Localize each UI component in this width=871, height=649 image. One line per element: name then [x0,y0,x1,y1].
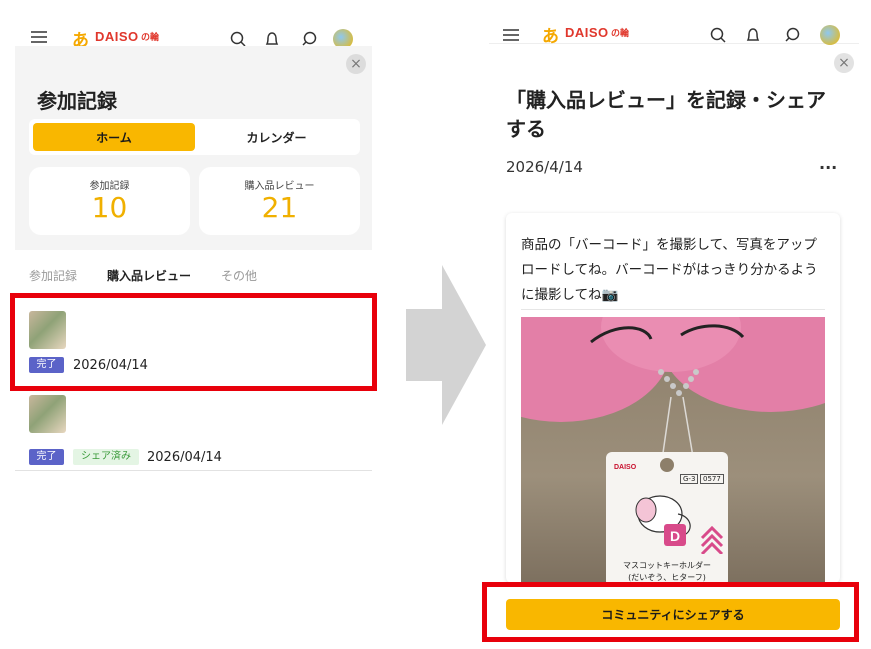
highlight-frame [482,582,859,642]
logo-suffix: の輪 [141,33,160,43]
divider [521,309,825,310]
right-screen: あ DAISO の輪 × 「購入品レビュー」を記録・シェアする 2026/4/1… [489,8,859,648]
shared-badge: シェア済み [73,449,139,465]
right-top-bar: あ DAISO の輪 [489,8,859,47]
product-photo: DAISO G-3 0577 D マスコットキーホルダー (だいぞう、ヒターフ) [521,317,825,583]
elephant-mascot-image: D [635,495,691,546]
highlight-frame [10,293,377,391]
search-icon[interactable] [709,26,727,44]
bell-icon[interactable] [744,26,762,44]
post-date: 2026/4/14 [506,158,583,176]
tag-hole [660,458,674,472]
subtab-participation[interactable]: 参加記録 [29,267,77,284]
record-date: 2026/04/14 [147,450,222,465]
tag-number: 0577 [700,474,724,484]
instruction-card: 商品の「バーコード」を撮影して、写真をアップロードしてね。バーコードがはっきり分… [506,213,840,583]
close-glyph: × [838,55,850,71]
tab-home[interactable]: ホーム [33,123,195,151]
list-item[interactable]: 完了 シェア済み 2026/04/14 [15,395,372,471]
page-title: 参加記録 [37,89,117,113]
stat-label: 参加記録 [89,181,130,192]
tag-brand: DAISO [614,464,637,471]
instruction-text: 商品の「バーコード」を撮影して、写真をアップロードしてね。バーコードがはっきり分… [521,237,818,303]
page-title: 「購入品レビュー」を記録・シェアする [506,88,826,141]
svg-text:D: D [670,528,680,544]
logo-suffix: の輪 [611,29,630,39]
tab-calendar[interactable]: カレンダー [197,123,356,151]
arrow-right-icon [406,265,486,425]
avatar[interactable] [820,25,840,45]
menu-icon[interactable] [29,30,49,44]
tag-product-name: マスコットキーホルダー [623,561,711,570]
stat-value: 21 [261,191,298,224]
logo-mark: あ [542,27,559,47]
product-thumbnail [29,395,66,433]
close-glyph: × [350,56,362,72]
subtab-other[interactable]: その他 [221,267,257,284]
left-top-bar: あ DAISO の輪 [15,8,372,51]
chat-icon[interactable] [783,26,801,44]
menu-icon[interactable] [501,28,521,42]
stat-card-participation: 参加記録 10 [29,167,190,235]
more-options-icon[interactable]: ··· [819,158,837,177]
tag-code: G-3 [680,474,699,484]
stat-card-reviews: 購入品レビュー 21 [199,167,360,235]
stat-value: 10 [91,191,128,224]
logo-text: DAISO [565,25,609,40]
chevron-up-icon [700,525,724,554]
subtab-reviews[interactable]: 購入品レビュー [107,267,191,284]
status-badge: 完了 [29,449,64,465]
product-tag: DAISO G-3 0577 D マスコットキーホルダー (だいぞう、ヒターフ) [606,452,728,583]
stat-label: 購入品レビュー [244,181,315,192]
close-icon[interactable]: × [346,54,366,74]
home-calendar-toggle: ホーム カレンダー [29,119,360,155]
close-icon[interactable]: × [834,53,854,73]
logo-text: DAISO [95,29,139,44]
